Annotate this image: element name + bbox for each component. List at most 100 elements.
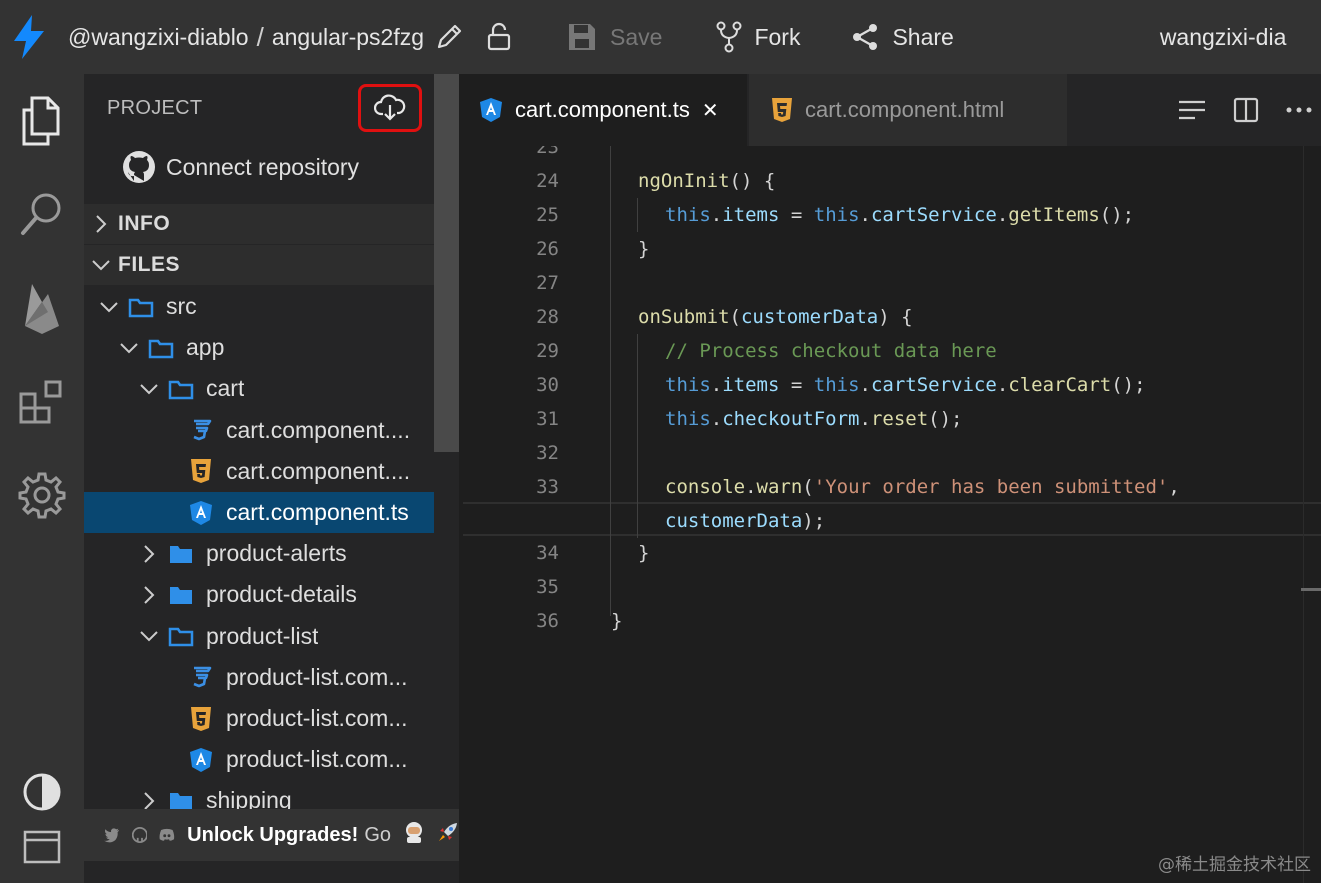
tab-cart-component-html[interactable]: cart.component.html (749, 74, 1067, 146)
sidebar: PROJECT Connect repository INFO FILES sr… (84, 74, 459, 883)
code-text: customerData); (665, 504, 825, 538)
tree-file-item[interactable]: product-list.com... (84, 657, 434, 698)
code-line: 26} (459, 232, 1321, 266)
files-icon[interactable] (0, 96, 84, 146)
github-small-icon[interactable] (131, 824, 148, 846)
code-token: } (638, 542, 650, 564)
css-file-icon (188, 665, 214, 689)
save-disk-icon (569, 24, 595, 50)
code-token: } (611, 610, 623, 632)
connect-repository-label: Connect repository (166, 153, 360, 180)
tree-file-item[interactable]: cart.component.ts (84, 492, 434, 533)
fork-icon (716, 21, 742, 53)
code-text: } (611, 604, 622, 638)
search-icon[interactable] (0, 190, 84, 238)
tree-folder-item[interactable]: product-list (84, 616, 434, 657)
code-line: 24 ngOnInit() { (459, 164, 1321, 198)
code-token: console (665, 476, 746, 498)
go-label[interactable]: Go (364, 824, 391, 847)
info-section-header[interactable]: INFO (84, 204, 434, 244)
extensions-icon[interactable] (0, 379, 84, 427)
tree-file-item[interactable]: product-list.com... (84, 698, 434, 739)
word-wrap-icon[interactable] (1177, 99, 1207, 121)
code-token: // Process checkout data here (665, 340, 997, 362)
editor-scrollbar-track[interactable] (1303, 146, 1304, 883)
activity-bar (0, 74, 84, 883)
split-editor-icon[interactable] (1233, 97, 1259, 123)
more-options-icon[interactable] (1285, 106, 1313, 114)
line-number: 35 (536, 576, 559, 598)
angular-file-icon (188, 747, 214, 773)
cloud-download-icon (374, 94, 406, 121)
unlock-icon[interactable] (486, 22, 512, 52)
sidebar-scrollbar[interactable] (434, 74, 459, 452)
code-line: 28 onSubmit(customerData) { (459, 300, 1321, 334)
user-menu[interactable]: wangzixi-dia (1160, 24, 1287, 51)
top-bar: @wangzixi-diablo / angular-ps2fzg Save F… (0, 0, 1321, 74)
share-icon (853, 24, 878, 50)
sidebar-footer: Unlock Upgrades! Go (84, 809, 459, 861)
tree-file-item[interactable]: cart.component.... (84, 410, 434, 451)
code-token: this (665, 408, 711, 430)
chevron-down-icon (98, 300, 120, 314)
line-number: 26 (536, 238, 559, 260)
discord-icon[interactable] (159, 826, 175, 844)
path-separator: / (256, 21, 264, 52)
connect-repository-button[interactable]: Connect repository (122, 150, 359, 184)
code-token: . (859, 374, 871, 396)
code-token: (); (928, 408, 963, 430)
tree-item-label: product-list.com... (226, 746, 408, 773)
share-button[interactable]: Share (850, 22, 954, 52)
edit-pencil-icon[interactable] (434, 22, 464, 52)
code-token: cartService (870, 204, 997, 226)
fork-button[interactable]: Fork (716, 21, 800, 53)
close-tab-icon[interactable]: ✕ (702, 98, 719, 123)
code-token: . (859, 408, 871, 430)
code-line: customerData); (459, 504, 1321, 538)
tree-file-item[interactable]: product-list.com... (84, 739, 434, 780)
files-section-header[interactable]: FILES (84, 245, 434, 285)
tree-folder-item[interactable]: product-details (84, 574, 434, 615)
astronaut-emoji-icon (403, 821, 425, 849)
watermark: @稀土掘金技术社区 (1158, 855, 1311, 875)
code-token: clearCart (1008, 374, 1112, 396)
share-label: Share (892, 23, 954, 50)
line-number: 30 (536, 374, 559, 396)
code-token: customerData (740, 306, 879, 328)
code-text: } (638, 536, 649, 570)
code-text: } (638, 232, 649, 266)
layout-icon[interactable] (0, 830, 84, 864)
editor-actions (1177, 74, 1321, 146)
tree-folder-item[interactable]: src (84, 286, 434, 327)
tree-item-label: product-list.com... (226, 705, 408, 731)
github-icon (123, 151, 155, 183)
project-name[interactable]: angular-ps2fzg (272, 24, 424, 51)
tree-folder-item[interactable]: cart (84, 368, 434, 409)
download-project-button[interactable] (358, 84, 422, 132)
tree-item-label: product-alerts (206, 540, 347, 567)
save-button[interactable]: Save (566, 21, 662, 53)
code-token: ) { (878, 306, 913, 328)
tree-item-label: product-list.com... (226, 663, 408, 690)
code-editor[interactable]: 23 24 ngOnInit() {25 this.items = this.cart… (459, 146, 1321, 883)
code-token: = (779, 204, 814, 226)
theme-toggle-icon[interactable] (0, 772, 84, 812)
tree-folder-item[interactable]: app (84, 327, 434, 368)
code-token: . (996, 204, 1009, 226)
tree-folder-item[interactable]: product-alerts (84, 533, 434, 574)
code-token: . (859, 204, 871, 226)
owner-link[interactable]: @wangzixi-diablo (68, 24, 249, 51)
folder-open-icon (128, 296, 154, 318)
tab-label: cart.component.html (805, 97, 1005, 122)
chevron-right-icon (138, 791, 160, 811)
firebase-icon[interactable] (0, 280, 84, 334)
twitter-icon[interactable] (104, 825, 120, 845)
unlock-upgrades-link[interactable]: Unlock Upgrades! (187, 824, 358, 847)
files-label: FILES (118, 253, 181, 276)
tree-file-item[interactable]: cart.component.... (84, 451, 434, 492)
line-number: 29 (536, 340, 559, 362)
stackblitz-logo-icon[interactable] (0, 0, 58, 74)
tree-item-label: cart.component.ts (226, 499, 409, 525)
tab-cart-component-ts[interactable]: cart.component.ts ✕ (459, 74, 747, 146)
settings-icon[interactable] (0, 471, 84, 519)
